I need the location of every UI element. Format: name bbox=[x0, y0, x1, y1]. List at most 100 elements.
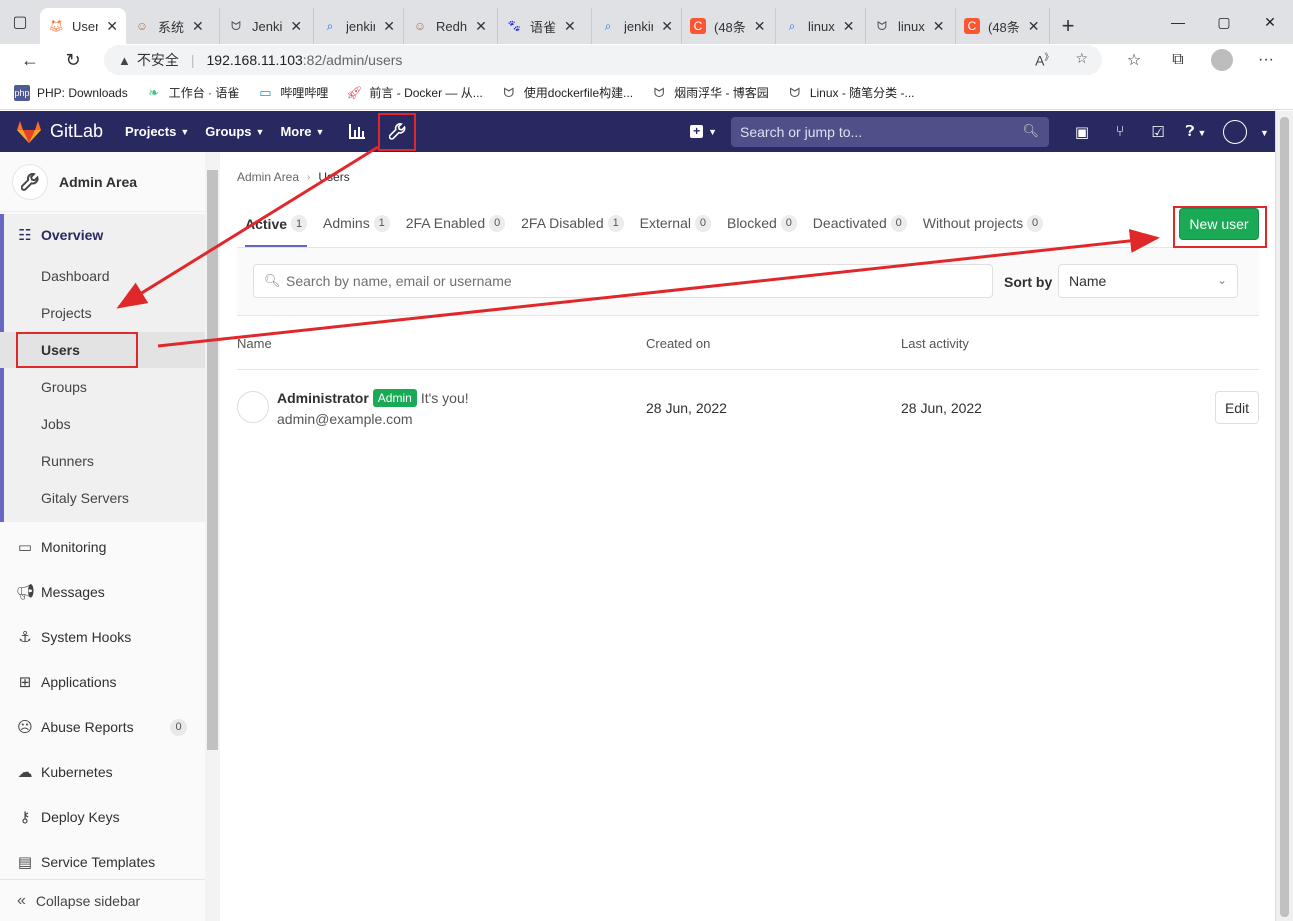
maximize-icon[interactable]: ▢ bbox=[1201, 0, 1247, 44]
user-name-link[interactable]: Administrator bbox=[277, 390, 369, 406]
edit-user-button[interactable]: Edit bbox=[1215, 391, 1259, 424]
sidebar-item-abuse-reports[interactable]: ☹ Abuse Reports 0 bbox=[0, 712, 205, 742]
activity-chart-icon[interactable] bbox=[340, 115, 374, 149]
breadcrumb-users[interactable]: Users bbox=[318, 170, 349, 184]
sidebar-item-groups[interactable]: Groups bbox=[0, 369, 205, 405]
sidebar-header[interactable]: Admin Area bbox=[0, 152, 205, 212]
sidebar-item-dashboard[interactable]: Dashboard bbox=[0, 258, 205, 294]
bookmark-item[interactable]: ▭ 哔哩哔哩 bbox=[257, 84, 328, 101]
bookmark-item[interactable]: ᗢ Linux - 随笔分类 -... bbox=[787, 84, 914, 101]
page-scrollbar[interactable] bbox=[1275, 111, 1293, 921]
close-tab-icon[interactable]: ✕ bbox=[1028, 18, 1040, 35]
browser-tab-bar: ▢ 🦊︎ Users ✕ ☺ 系统 ✕ ᗢ Jenki ✕ ⌕ jenkir ✕ ☺ Redh ✕ 🐾︎ 语雀 ✕… bbox=[0, 0, 1293, 44]
bookmark-item[interactable]: php PHP: Downloads bbox=[14, 84, 128, 101]
tab-2fa-disabled[interactable]: 2FA Disabled 1 bbox=[521, 202, 624, 244]
close-tab-icon[interactable]: ✕ bbox=[564, 18, 576, 35]
sidebar-item-kubernetes[interactable]: ☁ Kubernetes bbox=[0, 757, 205, 787]
browser-tab-label: Users bbox=[72, 18, 99, 34]
browser-tab[interactable]: C (48条 ✕ bbox=[682, 8, 776, 44]
read-aloud-icon[interactable]: A》 bbox=[1035, 50, 1053, 69]
url-field[interactable]: ▲ 不安全 | 192.168.11.103 :82/admin/users A… bbox=[104, 45, 1102, 75]
close-tab-icon[interactable]: ✕ bbox=[843, 18, 855, 35]
bookmark-item[interactable]: ❧ 工作台 · 语雀 bbox=[146, 84, 239, 101]
projects-menu[interactable]: Projects ▼ bbox=[125, 124, 189, 139]
favorites-icon[interactable]: ☆ bbox=[1112, 50, 1156, 70]
browser-tab[interactable]: ⌕ jenkir ✕ bbox=[592, 8, 682, 44]
browser-menu-icon[interactable]: ··· bbox=[1244, 51, 1288, 69]
tab-deactivated[interactable]: Deactivated 0 bbox=[813, 202, 907, 244]
main-content: Admin Area › Users Active 1 Admins 1 2FA Ena… bbox=[220, 152, 1275, 921]
close-tab-icon[interactable]: ✕ bbox=[661, 18, 673, 35]
merge-request-icon[interactable]: ⑂ bbox=[1101, 123, 1139, 140]
close-window-icon[interactable]: ✕ bbox=[1247, 0, 1293, 44]
user-search-input[interactable]: 🔍︎ Search by name, email or username bbox=[253, 264, 993, 298]
sidebar-item-messages[interactable]: 📢︎ Messages bbox=[0, 577, 205, 607]
bookmark-item[interactable]: ᗢ 烟雨浮华 - 博客园 bbox=[651, 84, 769, 101]
profile-avatar[interactable] bbox=[1211, 49, 1233, 71]
new-user-button[interactable]: New user bbox=[1179, 208, 1259, 240]
todo-icon[interactable]: ☑ bbox=[1139, 123, 1177, 141]
bookmark-item[interactable]: ᗢ 使用dockerfile构建... bbox=[501, 84, 633, 101]
search-icon: ⌕ bbox=[788, 18, 796, 33]
browser-tab[interactable]: ⌕ linux ✕ bbox=[776, 8, 866, 44]
close-tab-icon[interactable]: ✕ bbox=[106, 18, 118, 35]
issues-icon[interactable]: ▣ bbox=[1063, 123, 1101, 141]
browser-tab[interactable]: 🐾︎ 语雀 ✕ bbox=[498, 8, 592, 44]
tab-external[interactable]: External 0 bbox=[640, 202, 711, 244]
sidebar-scrollbar[interactable] bbox=[205, 152, 220, 921]
close-tab-icon[interactable]: ✕ bbox=[383, 18, 395, 35]
sidebar-item-gitaly-servers[interactable]: Gitaly Servers bbox=[0, 480, 205, 516]
sort-select[interactable]: Name ⌄ bbox=[1058, 264, 1238, 298]
new-tab-button[interactable]: + bbox=[1050, 8, 1086, 44]
sidebar-item-monitoring[interactable]: ▭ Monitoring bbox=[0, 532, 205, 562]
admin-wrench-icon[interactable] bbox=[378, 112, 417, 151]
sidebar-item-system-hooks[interactable]: ⚓︎ System Hooks bbox=[0, 622, 205, 652]
sidebar-item-runners[interactable]: Runners bbox=[0, 443, 205, 479]
sidebar-item-service-templates[interactable]: ▤ Service Templates bbox=[0, 847, 205, 877]
minimize-icon[interactable]: — bbox=[1155, 0, 1201, 44]
breadcrumb-admin-area[interactable]: Admin Area bbox=[237, 170, 299, 184]
reload-icon[interactable]: ↻ bbox=[53, 44, 93, 76]
tab-admins[interactable]: Admins 1 bbox=[323, 202, 390, 244]
sidebar-item-applications[interactable]: ⊞ Applications bbox=[0, 667, 205, 697]
sidebar-item-label: Jobs bbox=[41, 416, 71, 432]
close-tab-icon[interactable]: ✕ bbox=[475, 18, 487, 35]
browser-tab[interactable]: 🦊︎ Users ✕ bbox=[40, 8, 126, 44]
chevron-down-icon: ▼ bbox=[315, 126, 325, 137]
tab-blocked[interactable]: Blocked 0 bbox=[727, 202, 797, 244]
bookmarks-bar: php PHP: Downloads ❧ 工作台 · 语雀 ▭ 哔哩哔哩 🚀︎ 前言 - Do… bbox=[0, 76, 1293, 110]
sidebar-item-projects[interactable]: Projects bbox=[0, 295, 205, 331]
global-search-input[interactable]: Search or jump to... 🔍︎ bbox=[731, 116, 1049, 147]
user-avatar[interactable] bbox=[1223, 119, 1247, 144]
groups-menu[interactable]: Groups ▼ bbox=[205, 124, 264, 139]
sidebar-item-deploy-keys[interactable]: ⚷ Deploy Keys bbox=[0, 802, 205, 832]
gitlab-logo[interactable]: GitLab bbox=[16, 120, 103, 144]
help-icon[interactable]: ❓︎ ▼ bbox=[1177, 123, 1215, 140]
tab-active[interactable]: Active 1 bbox=[245, 202, 308, 247]
close-tab-icon[interactable]: ✕ bbox=[192, 18, 204, 35]
sidebar-item-jobs[interactable]: Jobs bbox=[0, 406, 205, 442]
tab-actions-icon[interactable]: ▢ bbox=[0, 0, 40, 44]
chevron-down-icon[interactable]: ▼ bbox=[1251, 123, 1275, 140]
tab-2fa-enabled[interactable]: 2FA Enabled 0 bbox=[406, 202, 506, 244]
collections-icon[interactable]: ⧉ bbox=[1156, 51, 1200, 69]
browser-tab[interactable]: ☺ Redh ✕ bbox=[404, 8, 498, 44]
browser-tab[interactable]: ⌕ jenkir ✕ bbox=[314, 8, 404, 44]
browser-tab[interactable]: C (48条 ✕ bbox=[956, 8, 1050, 44]
more-menu[interactable]: More ▼ bbox=[280, 124, 324, 139]
close-tab-icon[interactable]: ✕ bbox=[754, 18, 766, 35]
tab-without-projects[interactable]: Without projects 0 bbox=[923, 202, 1044, 244]
browser-tab[interactable]: ☺ 系统 ✕ bbox=[126, 8, 220, 44]
browser-tab[interactable]: ᗢ Jenki ✕ bbox=[220, 8, 314, 44]
bookmark-item[interactable]: 🚀︎ 前言 - Docker — 从... bbox=[346, 84, 483, 101]
collapse-sidebar-button[interactable]: « Collapse sidebar bbox=[0, 879, 205, 921]
avatar[interactable] bbox=[237, 391, 269, 423]
url-host: 192.168.11.103 bbox=[206, 52, 303, 68]
back-icon[interactable]: ← bbox=[10, 44, 50, 76]
close-tab-icon[interactable]: ✕ bbox=[933, 18, 945, 35]
add-favorite-icon[interactable]: ☆ bbox=[1075, 50, 1088, 69]
browser-tab[interactable]: ᗢ linux ✕ bbox=[866, 8, 956, 44]
create-new-icon[interactable]: + ▼ bbox=[690, 125, 717, 138]
close-tab-icon[interactable]: ✕ bbox=[290, 18, 302, 35]
sidebar-item-overview[interactable]: ☷ Overview bbox=[0, 224, 205, 246]
